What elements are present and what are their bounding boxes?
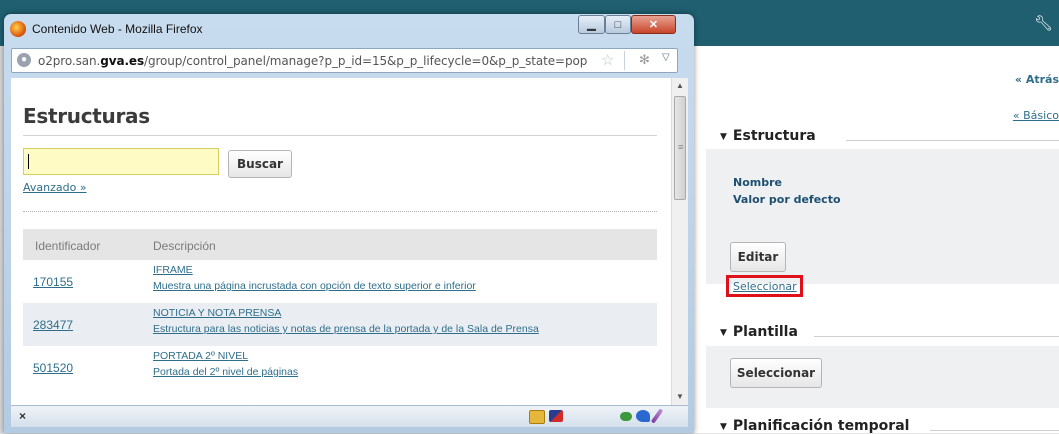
divider — [23, 211, 657, 212]
address-bar[interactable]: ● o2pro.san.gva.es/group/control_panel/m… — [11, 48, 678, 73]
section-estructura-title: Estructura — [732, 128, 816, 144]
vertical-scrollbar[interactable]: ▲ ≡ ▼ — [671, 78, 688, 405]
page-title: Estructuras — [23, 104, 150, 128]
addon-flag-icon[interactable] — [549, 410, 563, 422]
collapse-triangle-icon: ▼ — [720, 328, 727, 338]
close-icon: ✕ — [648, 19, 659, 31]
url-domain: gva.es — [100, 54, 144, 68]
divider — [846, 140, 1059, 141]
buscar-button[interactable]: Buscar — [228, 150, 292, 178]
status-bar: × — [11, 405, 688, 427]
row-id-link[interactable]: 170155 — [33, 275, 73, 289]
divider — [814, 336, 1059, 337]
feather-icon[interactable] — [650, 408, 664, 424]
table-row: 501520 PORTADA 2º NIVEL Portada del 2º n… — [23, 346, 657, 389]
edit-content-panel: « Atrás « Básico ▼ Estructura Nombre Valo… — [686, 46, 1059, 434]
row-id-link[interactable]: 283477 — [33, 318, 73, 332]
advanced-search-link[interactable]: Avanzado » — [23, 181, 87, 194]
column-header-identificador[interactable]: Identificador — [35, 239, 100, 253]
popup-page-content: Estructuras Buscar Avanzado » Identifica… — [11, 78, 671, 405]
url-prefix: o2pro.san. — [38, 54, 101, 68]
table-row: 283477 NOTICIA Y NOTA PRENSA Estructura … — [23, 303, 657, 346]
minimize-button[interactable]: ▁ — [578, 15, 605, 34]
text-caret — [28, 154, 29, 169]
url-suffix: /group/control_panel/manage?p_p_id=15&p_… — [144, 54, 588, 68]
section-planificacion-title: Planificación temporal — [732, 418, 910, 434]
close-button[interactable]: ✕ — [631, 15, 676, 34]
collapse-triangle-icon: ▼ — [720, 132, 727, 142]
divider — [930, 430, 1059, 431]
divider — [624, 51, 625, 70]
bookmark-star-icon[interactable]: ☆ — [601, 51, 614, 69]
seleccionar-template-button[interactable]: Seleccionar — [730, 358, 822, 388]
scroll-thumb[interactable]: ≡ — [674, 96, 686, 200]
firefox-popup-window: Contenido Web - Mozilla Firefox ▁ □ ✕ ● … — [4, 14, 694, 433]
minimize-icon: ▁ — [587, 19, 596, 31]
table-row: 170155 IFRAME Muestra una página incrust… — [23, 260, 657, 303]
folder-icon[interactable] — [529, 410, 545, 424]
addon-icon[interactable]: ✻ — [639, 52, 650, 68]
globe-icon: ● — [17, 53, 31, 67]
url-text[interactable]: o2pro.san.gva.es/group/control_panel/man… — [38, 54, 587, 68]
row-name-link[interactable]: NOTICIA Y NOTA PRENSA — [153, 307, 281, 319]
table-header: Identificador Descripción — [23, 229, 657, 260]
row-description-link[interactable]: Portada del 2º nivel de páginas — [153, 366, 298, 378]
close-addon-bar-icon[interactable]: × — [19, 409, 26, 423]
scroll-up-arrow-icon[interactable]: ▲ — [672, 78, 688, 94]
maximize-button[interactable]: □ — [605, 15, 631, 34]
row-name-link[interactable]: IFRAME — [153, 264, 193, 276]
section-plantilla-title: Plantilla — [732, 324, 798, 340]
back-link[interactable]: « Atrás — [1015, 73, 1059, 86]
row-id-link[interactable]: 501520 — [33, 361, 73, 375]
row-description-link[interactable]: Estructura para las noticias y notas de … — [153, 323, 539, 335]
editar-button[interactable]: Editar — [730, 242, 786, 272]
valor-por-defecto-label: Valor por defecto — [733, 193, 841, 206]
row-description-link[interactable]: Muestra una página incrustada con opción… — [153, 280, 476, 292]
window-titlebar[interactable]: Contenido Web - Mozilla Firefox ▁ □ ✕ — [4, 14, 694, 44]
section-plantilla-header[interactable]: ▼ Plantilla — [720, 324, 798, 340]
maximize-icon: □ — [614, 18, 622, 31]
collapse-triangle-icon: ▼ — [720, 422, 727, 432]
column-header-descripcion[interactable]: Descripción — [153, 239, 216, 253]
firefox-icon — [10, 21, 26, 37]
window-title: Contenido Web - Mozilla Firefox — [32, 22, 203, 36]
grip-icon: ≡ — [678, 142, 684, 152]
wrench-icon[interactable]: 🔧︎ — [1034, 14, 1053, 32]
search-input[interactable] — [23, 148, 219, 175]
row-name-link[interactable]: PORTADA 2º NIVEL — [153, 350, 248, 362]
basic-mode-link[interactable]: « Básico — [1013, 109, 1059, 122]
divider — [23, 135, 657, 136]
scroll-down-arrow-icon[interactable]: ▼ — [672, 389, 688, 405]
section-planificacion-header[interactable]: ▼ Planificación temporal — [720, 418, 909, 434]
dropdown-arrow-icon[interactable]: ▽ — [662, 52, 670, 63]
section-estructura-header[interactable]: ▼ Estructura — [720, 128, 816, 144]
seleccionar-structure-link[interactable]: Seleccionar — [733, 280, 797, 293]
addon-green-icon[interactable] — [620, 412, 632, 421]
addon-blue-icon[interactable] — [636, 410, 650, 422]
nombre-label: Nombre — [733, 176, 782, 189]
